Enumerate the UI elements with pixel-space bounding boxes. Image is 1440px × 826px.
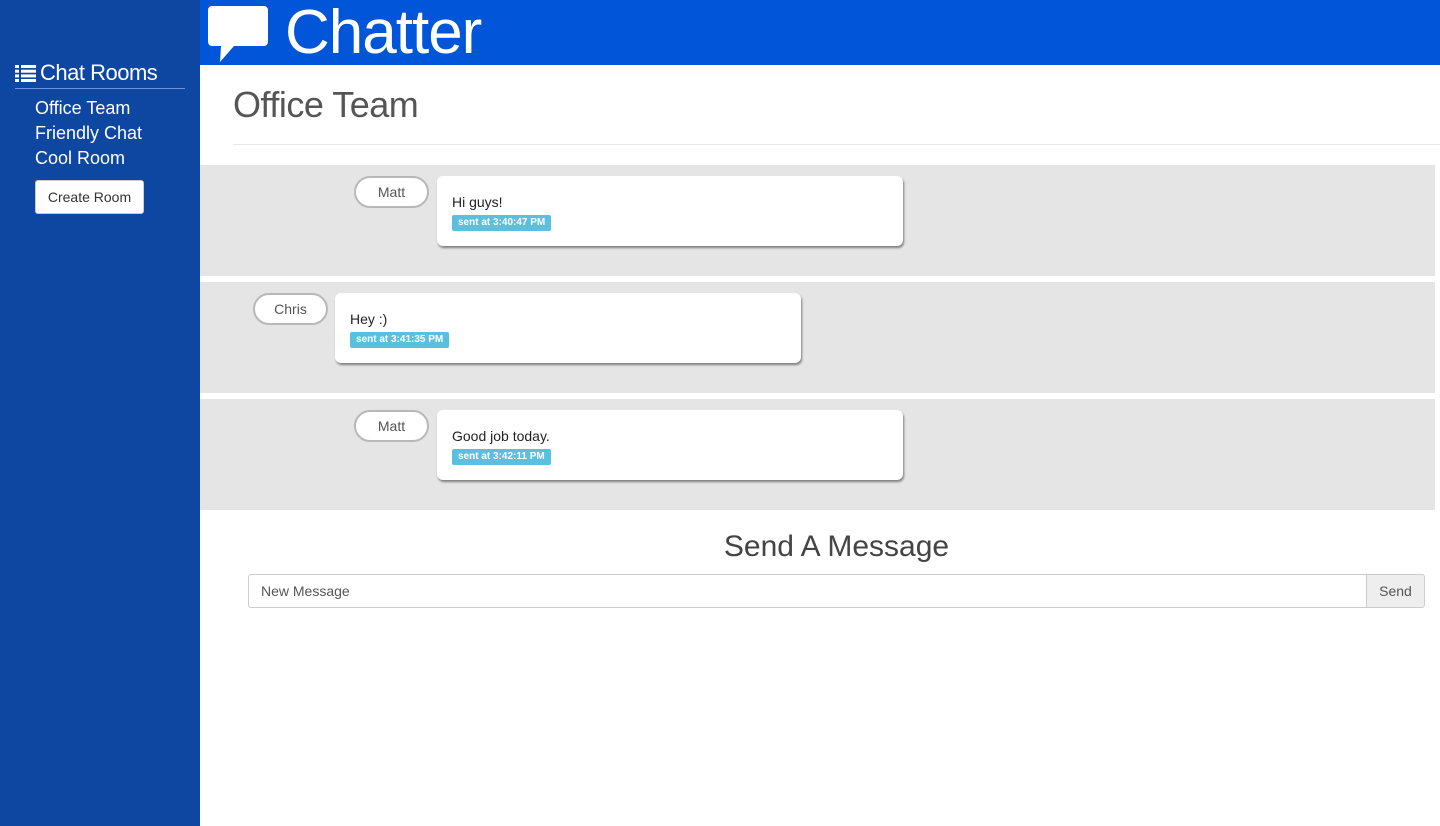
send-button[interactable]: Send (1366, 574, 1425, 608)
sidebar: Chat Rooms Office Team Friendly Chat Coo… (0, 0, 200, 826)
message-text: Hi guys! (452, 194, 503, 210)
app-title: Chatter (285, 0, 482, 67)
message-row: Matt Hi guys! sent at 3:40:47 PM (200, 165, 1435, 276)
message-row: Chris Hey :) sent at 3:41:35 PM (200, 282, 1435, 393)
message-text: Good job today. (452, 428, 550, 444)
user-name-badge: Matt (354, 176, 429, 208)
user-name-badge: Chris (253, 293, 328, 325)
message-bubble: Hey :) sent at 3:41:35 PM (335, 293, 801, 363)
message-row: Matt Good job today. sent at 3:42:11 PM (200, 399, 1435, 510)
send-message-heading: Send A Message (723, 530, 950, 563)
sidebar-item-cool-room[interactable]: Cool Room (35, 146, 142, 171)
list-icon (15, 64, 36, 82)
timestamp-badge: sent at 3:42:11 PM (452, 449, 551, 465)
speech-bubble-icon (208, 6, 268, 62)
sidebar-title: Chat Rooms (40, 60, 158, 85)
message-input[interactable] (248, 574, 1366, 608)
header: Chatter (200, 0, 1440, 67)
sidebar-header: Chat Rooms (15, 60, 185, 89)
sidebar-item-office-team[interactable]: Office Team (35, 96, 142, 121)
message-bubble: Hi guys! sent at 3:40:47 PM (437, 176, 903, 246)
timestamp-badge: sent at 3:40:47 PM (452, 215, 552, 231)
message-composer: Send (248, 574, 1425, 608)
user-name-badge: Matt (354, 410, 429, 442)
message-bubble: Good job today. sent at 3:42:11 PM (437, 410, 903, 480)
message-text: Hey :) (350, 311, 388, 327)
sidebar-item-friendly-chat[interactable]: Friendly Chat (35, 121, 142, 146)
create-room-button[interactable]: Create Room (35, 180, 144, 214)
page-title: Office Team (233, 84, 419, 125)
room-list: Office Team Friendly Chat Cool Room (35, 96, 142, 171)
timestamp-badge: sent at 3:41:35 PM (350, 332, 450, 348)
title-divider (233, 144, 1440, 145)
